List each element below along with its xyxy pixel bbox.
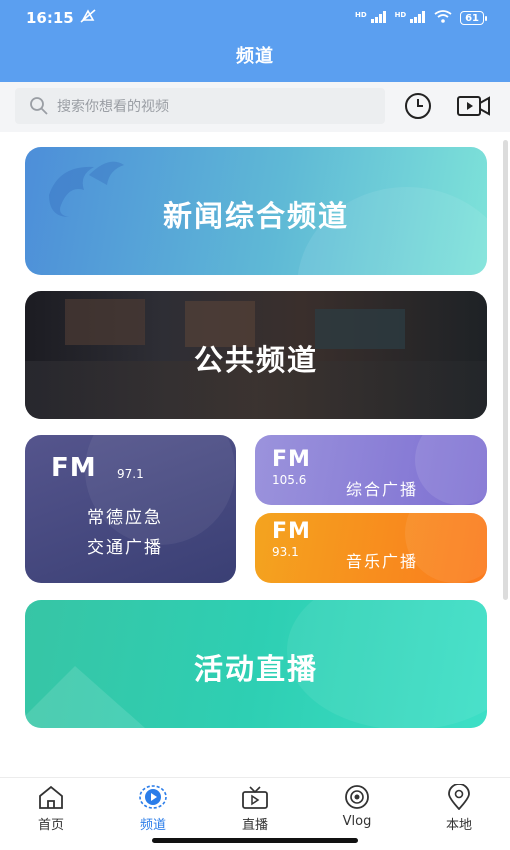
radio-name: 音乐广播 (346, 552, 419, 571)
live-tv-icon (242, 786, 268, 809)
tab-label: 首页 (37, 818, 64, 833)
channel-icon (139, 785, 167, 809)
tab-label: 本地 (445, 818, 472, 833)
decor-circle (415, 435, 487, 505)
news-channel-label: 新闻综合频道 (162, 199, 349, 233)
channel-card-public[interactable]: 公共频道 (25, 291, 487, 419)
live-event-label: 活动直播 (193, 652, 318, 686)
radio-name-line1: 常德应急 (87, 508, 163, 528)
radio-name: 综合广播 (346, 480, 419, 499)
app-header: 16:15 HD HD 61 频道 (0, 0, 510, 82)
radio-card-fm1056[interactable]: FM 105.6 综合广播 (255, 435, 487, 505)
radio-name-line2: 交通广播 (87, 538, 163, 558)
tab-label: 直播 (241, 818, 268, 833)
status-bar: 16:15 HD HD 61 (0, 0, 510, 36)
radio-card-fm931[interactable]: FM 93.1 音乐广播 (255, 513, 487, 583)
public-channel-label: 公共频道 (193, 343, 318, 377)
fm-label: FM (272, 447, 311, 472)
vlog-icon (345, 785, 369, 809)
tab-label: 频道 (139, 818, 166, 833)
tab-live[interactable]: 直播 (215, 784, 295, 833)
fm-frequency: 97.1 (117, 467, 144, 481)
tab-vlog[interactable]: Vlog (317, 784, 397, 829)
decor-circle (85, 435, 235, 545)
home-icon (39, 785, 63, 809)
battery-icon: 61 (460, 11, 487, 25)
tab-label: Vlog (342, 814, 372, 829)
status-time: 16:15 (26, 9, 74, 27)
search-icon (30, 97, 48, 115)
search-input[interactable]: 搜索你想看的视频 (15, 88, 385, 124)
mute-icon (80, 9, 96, 27)
tab-local[interactable]: 本地 (419, 784, 499, 833)
radio-card-fm971[interactable]: FM 97.1 常德应急 交通广播 (25, 435, 236, 583)
fm-label: FM (272, 519, 311, 544)
scrollbar[interactable] (503, 140, 508, 600)
wifi-icon (434, 10, 452, 26)
fm-label: FM (51, 453, 97, 483)
location-pin-icon (448, 784, 470, 810)
tab-home[interactable]: 首页 (11, 784, 91, 833)
page-title: 频道 (236, 46, 274, 67)
signal-icon: HD (355, 10, 387, 26)
live-event-card[interactable]: 活动直播 (25, 600, 487, 728)
clock-icon[interactable] (403, 91, 433, 125)
home-indicator[interactable] (152, 838, 358, 843)
signal-icon-2: HD (395, 10, 427, 26)
channel-card-news[interactable]: 新闻综合频道 (25, 147, 487, 275)
tab-channel[interactable]: 频道 (113, 784, 193, 833)
fm-frequency: 105.6 (272, 473, 307, 487)
search-placeholder: 搜索你想看的视频 (57, 99, 169, 115)
fm-frequency: 93.1 (272, 545, 299, 559)
video-camera-icon[interactable] (456, 91, 492, 125)
